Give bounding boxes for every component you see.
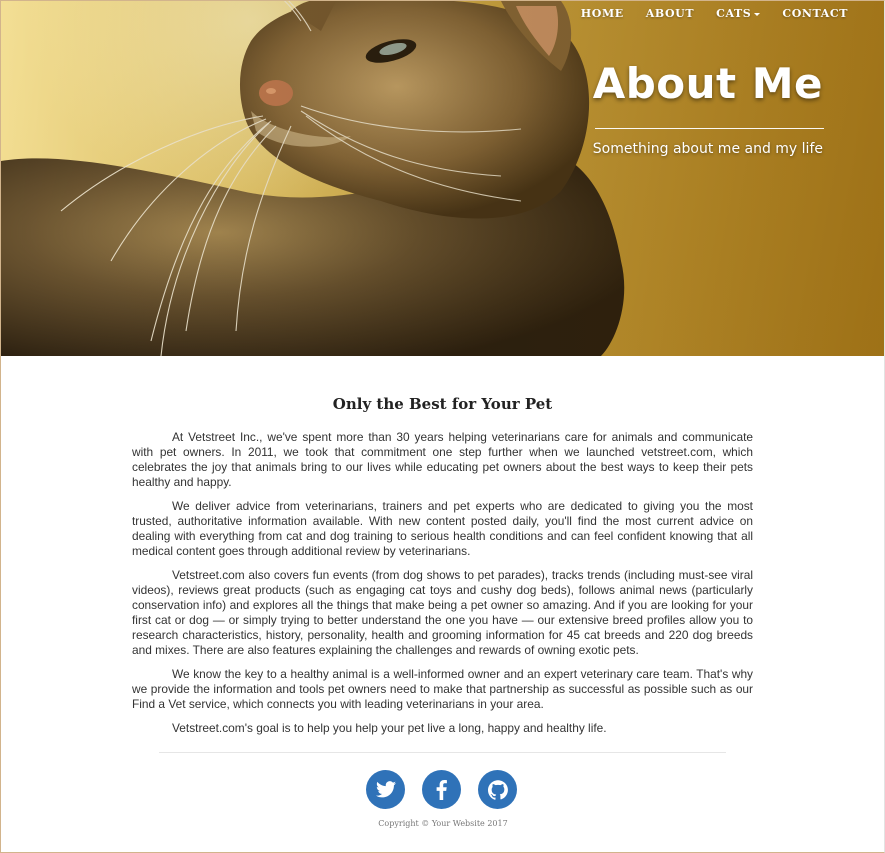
twitter-icon (375, 781, 396, 798)
nav-item-label: HOME (580, 7, 624, 20)
main-content: Only the Best for Your Pet At Vetstreet … (132, 395, 753, 745)
paragraph: We deliver advice from veterinarians, tr… (132, 499, 753, 558)
main-nav: HOME ABOUT CATS CONTACT (570, 7, 859, 20)
facebook-button[interactable] (422, 770, 461, 809)
hero-header: HOME ABOUT CATS CONTACT About Me Somethi… (1, 1, 884, 356)
nav-item-about[interactable]: ABOUT (635, 7, 705, 20)
nav-item-contact[interactable]: CONTACT (771, 7, 859, 20)
hero-heading: About Me (593, 59, 823, 108)
section-heading: Only the Best for Your Pet (332, 395, 553, 413)
page-title: About Me (592, 59, 823, 108)
nav-item-home[interactable]: HOME (570, 7, 635, 20)
caret-down-icon (754, 12, 761, 16)
nav-item-label: ABOUT (645, 7, 695, 20)
paragraph: Vetstreet.com's goal is to help you help… (172, 721, 607, 735)
twitter-button[interactable] (366, 770, 405, 809)
nav-item-label: CATS (716, 7, 752, 20)
paragraph: At Vetstreet Inc., we've spent more than… (132, 430, 753, 489)
paragraph: We know the key to a healthy animal is a… (132, 667, 753, 711)
github-icon (487, 779, 508, 800)
hero-divider (595, 128, 824, 129)
github-button[interactable] (478, 770, 517, 809)
nav-item-label: CONTACT (782, 7, 848, 20)
facebook-icon (436, 779, 447, 800)
page: HOME ABOUT CATS CONTACT About Me Somethi… (0, 0, 885, 853)
nav-item-cats[interactable]: CATS (705, 7, 771, 20)
cat-hero-image (1, 1, 884, 356)
paragraph: Vetstreet.com also covers fun events (fr… (132, 568, 753, 657)
social-links (366, 770, 517, 809)
copyright-text: Copyright © Your Website 2017 (378, 819, 508, 828)
footer-divider (159, 752, 726, 753)
page-subtitle: Something about me and my life (592, 141, 823, 157)
